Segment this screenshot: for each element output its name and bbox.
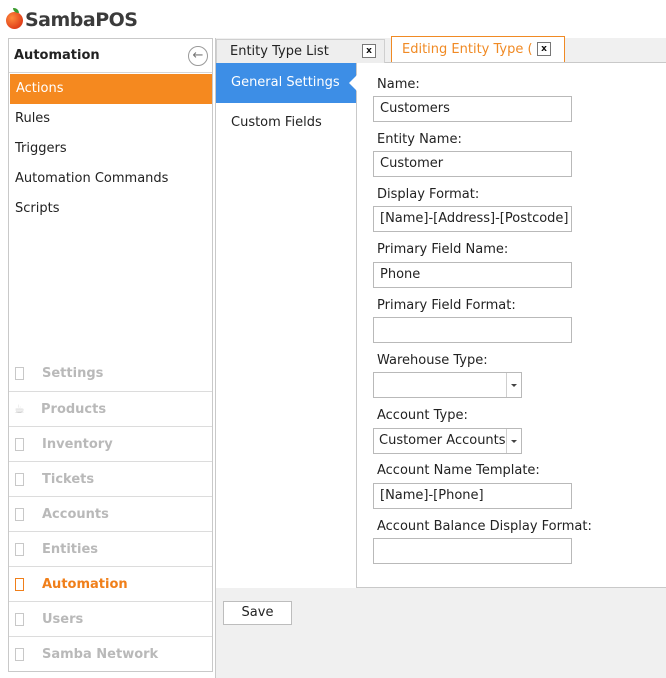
primary-field-format-field[interactable]: [373, 317, 572, 343]
nav-section-label: Settings: [42, 366, 104, 381]
nav-section-label: Automation: [42, 576, 128, 592]
account-type-value: Customer Accounts: [379, 433, 506, 448]
chevron-down-icon[interactable]: [506, 429, 521, 453]
name-field[interactable]: Customers: [373, 96, 572, 122]
display-format-field[interactable]: [Name]-[Address]-[Postcode]: [373, 206, 572, 232]
subnav-custom-fields[interactable]: Custom Fields: [216, 103, 356, 143]
nav-section-settings[interactable]: Settings: [9, 356, 212, 391]
nav-section-label: Samba Network: [42, 646, 159, 662]
nav-item-automation-commands[interactable]: Automation Commands: [9, 164, 212, 194]
box-icon: [15, 367, 24, 380]
account-type-label: Account Type:: [377, 408, 468, 423]
editor-panel: General Settings Custom Fields Name: Cus…: [216, 63, 666, 588]
entity-name-label: Entity Name:: [377, 132, 462, 147]
sambapos-logo: SambaPOS: [6, 6, 138, 34]
tab-label: Entity Type List: [230, 44, 329, 59]
display-format-label: Display Format:: [377, 187, 480, 202]
nav-section-label: Products: [41, 401, 107, 417]
nav-section-inventory[interactable]: Inventory: [9, 426, 212, 461]
tab-strip: Entity Type List x Editing Entity Type (…: [216, 36, 666, 63]
nav-item-scripts[interactable]: Scripts: [9, 194, 212, 224]
nav-section-users[interactable]: Users: [9, 601, 212, 636]
primary-field-name-label: Primary Field Name:: [377, 242, 509, 257]
chevron-down-icon[interactable]: [506, 373, 521, 397]
nav-section-products[interactable]: ☕ Products: [9, 391, 212, 426]
account-name-template-label: Account Name Template:: [377, 463, 540, 478]
nav-title: Automation: [14, 48, 100, 63]
box-icon: [15, 507, 24, 521]
nav-section-entities[interactable]: Entities: [9, 531, 212, 566]
warehouse-type-label: Warehouse Type:: [377, 353, 488, 368]
tab-label: Editing Entity Type (Customers): [402, 42, 532, 57]
nav-section-accounts[interactable]: Accounts: [9, 496, 212, 531]
name-label: Name:: [377, 77, 420, 92]
nav-item-actions[interactable]: Actions: [10, 74, 212, 104]
nav-section-label: Inventory: [42, 436, 113, 452]
nav-section-automation[interactable]: Automation: [9, 566, 212, 601]
close-icon[interactable]: x: [537, 42, 551, 56]
editor-subnav: General Settings Custom Fields: [216, 63, 357, 588]
box-icon: [15, 542, 24, 556]
account-type-select[interactable]: Customer Accounts: [373, 428, 522, 454]
nav-section-label: Tickets: [42, 471, 95, 487]
box-icon: [15, 472, 24, 486]
subnav-general-settings[interactable]: General Settings: [216, 63, 357, 103]
tab-entity-type-list[interactable]: Entity Type List x: [216, 39, 385, 63]
nav-section-label: Users: [42, 611, 84, 627]
warehouse-type-select[interactable]: [373, 372, 522, 398]
box-icon: [15, 647, 24, 661]
account-name-template-field[interactable]: [Name]-[Phone]: [373, 483, 572, 509]
nav-item-list: Actions Rules Triggers Automation Comman…: [9, 74, 212, 224]
nav-section-list: Settings ☕ Products Inventory Tickets Ac…: [9, 356, 212, 671]
entity-name-field[interactable]: Customer: [373, 151, 572, 177]
logo-text: SambaPOS: [25, 9, 138, 31]
account-balance-display-format-label: Account Balance Display Format:: [377, 519, 592, 534]
logo-fruit-icon: [6, 7, 23, 29]
back-arrow-icon[interactable]: ←: [188, 45, 208, 66]
primary-field-name-field[interactable]: Phone: [373, 262, 572, 288]
tab-editing-entity-type[interactable]: Editing Entity Type (Customers) x: [391, 36, 565, 62]
navigation-panel: Automation ← Actions Rules Triggers Auto…: [8, 38, 213, 672]
nav-section-label: Accounts: [42, 506, 109, 522]
nav-header: Automation ←: [9, 39, 212, 73]
account-balance-display-format-field[interactable]: [373, 538, 572, 564]
nav-section-samba-network[interactable]: Samba Network: [9, 636, 212, 671]
main-area: Entity Type List x Editing Entity Type (…: [215, 36, 666, 678]
box-icon: [15, 577, 24, 591]
close-icon[interactable]: x: [362, 44, 376, 58]
nav-item-rules[interactable]: Rules: [9, 104, 212, 134]
box-icon: [15, 437, 24, 451]
nav-section-tickets[interactable]: Tickets: [9, 461, 212, 496]
primary-field-format-label: Primary Field Format:: [377, 298, 516, 313]
save-button[interactable]: Save: [223, 601, 292, 625]
box-icon: [15, 612, 24, 626]
cup-icon: ☕: [14, 401, 25, 416]
nav-section-label: Entities: [42, 541, 99, 557]
nav-item-triggers[interactable]: Triggers: [9, 134, 212, 164]
